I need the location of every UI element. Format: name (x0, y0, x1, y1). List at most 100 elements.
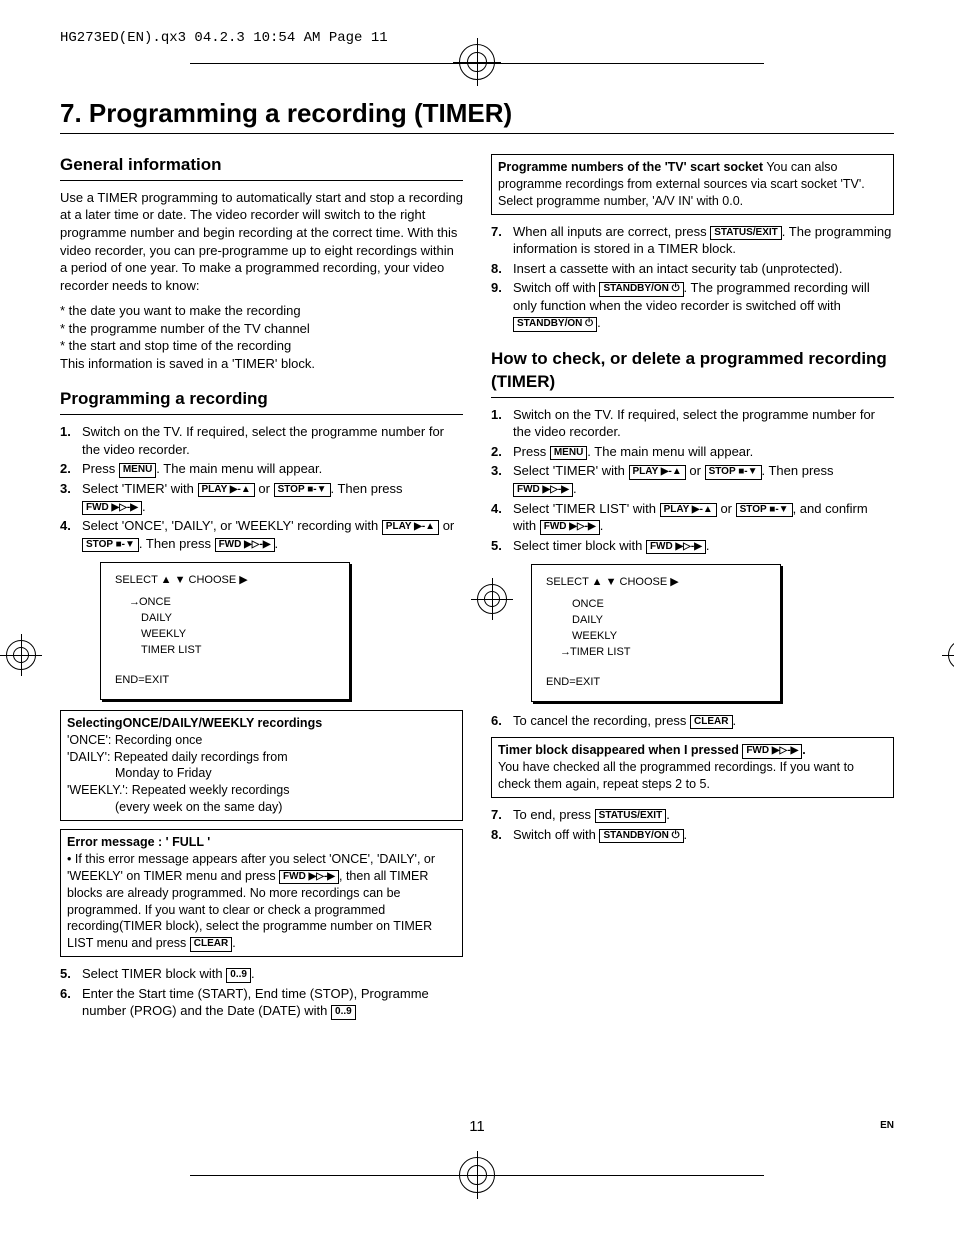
play-button-label: PLAY ▶-▲ (198, 483, 255, 498)
play-button-label: PLAY ▶-▲ (660, 503, 717, 518)
stop-button-label: STOP ■-▼ (736, 503, 793, 518)
general-bullet: * the programme number of the TV channel (60, 320, 463, 338)
status-exit-button-label: STATUS/EXIT (595, 809, 667, 824)
stop-button-label: STOP ■-▼ (705, 465, 762, 480)
step-item: 9.Switch off with STANDBY/ON ⏻. The prog… (491, 279, 894, 332)
osd-menu-item: →TIMER LIST (572, 645, 766, 661)
fwd-button-label: FWD ▶▷-▶ (215, 538, 275, 553)
osd-menu-item: DAILY (572, 613, 766, 629)
fwd-button-label: FWD ▶▷-▶ (646, 540, 706, 555)
step-item: 2.Press MENU. The main menu will appear. (60, 460, 463, 478)
osd-menu-item: WEEKLY (572, 629, 766, 645)
info-box-title: Timer block disappeared when I pressed F… (498, 742, 887, 759)
step-item: 6.Enter the Start time (START), End time… (60, 985, 463, 1020)
play-button-label: PLAY ▶-▲ (629, 465, 686, 480)
osd-menu-item: TIMER LIST (141, 643, 335, 659)
clear-button-label: CLEAR (190, 937, 232, 952)
steps-list: 6.To cancel the recording, press CLEAR. (491, 712, 894, 730)
section-check-delete: How to check, or delete a programmed rec… (491, 348, 894, 398)
info-line: Monday to Friday (67, 765, 456, 782)
standby-button-label: STANDBY/ON ⏻ (513, 317, 597, 332)
fwd-button-label: FWD ▶▷-▶ (742, 744, 802, 759)
status-exit-button-label: STATUS/EXIT (710, 226, 782, 241)
step-item: 4.Select 'TIMER LIST' with PLAY ▶-▲ or S… (491, 500, 894, 535)
osd-menu-end: END=EXIT (115, 673, 335, 689)
language-code: EN (880, 1120, 894, 1131)
info-line: (every week on the same day) (67, 799, 456, 816)
step-item: 1.Switch on the TV. If required, select … (60, 423, 463, 458)
registration-mark-icon (459, 44, 495, 80)
step-item: 3.Select 'TIMER' with PLAY ▶-▲ or STOP ■… (491, 462, 894, 497)
standby-button-label: STANDBY/ON ⏻ (599, 282, 683, 297)
crop-mark-bottom (60, 1155, 894, 1195)
digits-button-label: 0..9 (226, 968, 251, 983)
general-bullet: * the start and stop time of the recordi… (60, 337, 463, 355)
steps-list: 7.When all inputs are correct, press STA… (491, 223, 894, 332)
osd-menu-item: WEEKLY (141, 627, 335, 643)
general-paragraph: Use a TIMER programming to automatically… (60, 189, 463, 294)
step-item: 6.To cancel the recording, press CLEAR. (491, 712, 894, 730)
general-bullet: * the date you want to make the recordin… (60, 302, 463, 320)
steps-list: 7.To end, press STATUS/EXIT. 8.Switch of… (491, 806, 894, 843)
osd-menu-item: ONCE (572, 597, 766, 613)
selection-arrow-icon: → (129, 595, 139, 611)
fwd-button-label: FWD ▶▷-▶ (82, 501, 142, 516)
clear-button-label: CLEAR (690, 715, 732, 730)
step-item: 7.When all inputs are correct, press STA… (491, 223, 894, 258)
osd-menu-box: SELECT ▲ ▼ CHOOSE ▶ →ONCE DAILY WEEKLY T… (100, 562, 350, 700)
general-tail: This information is saved in a 'TIMER' b… (60, 355, 463, 373)
registration-mark-icon (459, 1157, 495, 1193)
osd-menu-box: SELECT ▲ ▼ CHOOSE ▶ ONCE DAILY WEEKLY →T… (531, 564, 781, 702)
stop-button-label: STOP ■-▼ (274, 483, 331, 498)
stop-button-label: STOP ■-▼ (82, 538, 139, 553)
step-item: 2.Press MENU. The main menu will appear. (491, 443, 894, 461)
standby-button-label: STANDBY/ON ⏻ (599, 829, 683, 844)
osd-menu-end: END=EXIT (546, 675, 766, 691)
osd-menu-item: DAILY (141, 611, 335, 627)
steps-list: 1.Switch on the TV. If required, select … (60, 423, 463, 552)
info-box-text: You have checked all the programmed reco… (498, 759, 887, 793)
step-item: 8.Switch off with STANDBY/ON ⏻. (491, 826, 894, 844)
right-column: Programme numbers of the 'TV' scart sock… (491, 154, 894, 1022)
step-item: 7.To end, press STATUS/EXIT. (491, 806, 894, 824)
info-box-disappeared: Timer block disappeared when I pressed F… (491, 737, 894, 798)
steps-list: 1.Switch on the TV. If required, select … (491, 406, 894, 554)
info-box-title: Programme numbers of the 'TV' scart sock… (498, 160, 763, 174)
page-footer: 11 EN (60, 1118, 894, 1135)
info-box-error: Error message : ' FULL ' • If this error… (60, 829, 463, 957)
fwd-button-label: FWD ▶▷-▶ (279, 870, 339, 885)
info-box-title: SelectingONCE/DAILY/WEEKLY recordings (67, 715, 456, 732)
selection-arrow-icon: → (560, 645, 570, 661)
osd-menu-item: →ONCE (141, 595, 335, 611)
step-item: 3.Select 'TIMER' with PLAY ▶-▲ or STOP ■… (60, 480, 463, 515)
play-button-label: PLAY ▶-▲ (382, 520, 439, 535)
content-columns: General information Use a TIMER programm… (60, 154, 894, 1022)
left-column: General information Use a TIMER programm… (60, 154, 463, 1022)
info-line: 'ONCE': Recording once (67, 732, 456, 749)
menu-button-label: MENU (550, 446, 587, 461)
info-box-prognum: Programme numbers of the 'TV' scart sock… (491, 154, 894, 215)
page-title: 7. Programming a recording (TIMER) (60, 98, 894, 134)
info-line: 'DAILY': Repeated daily recordings from (67, 749, 456, 766)
page-container: HG273ED(EN).qx3 04.2.3 10:54 AM Page 11 … (0, 0, 954, 1235)
digits-button-label: 0..9 (331, 1005, 356, 1020)
info-box-selecting: SelectingONCE/DAILY/WEEKLY recordings 'O… (60, 710, 463, 821)
section-programming: Programming a recording (60, 388, 463, 415)
info-box-text: • If this error message appears after yo… (67, 851, 456, 952)
step-item: 1.Switch on the TV. If required, select … (491, 406, 894, 441)
page-number: 11 (469, 1118, 485, 1135)
step-item: 8.Insert a cassette with an intact secur… (491, 260, 894, 278)
menu-button-label: MENU (119, 463, 156, 478)
osd-menu-items: ONCE DAILY WEEKLY →TIMER LIST (546, 597, 766, 661)
crop-mark-top (60, 54, 894, 72)
osd-menu-top: SELECT ▲ ▼ CHOOSE ▶ (115, 573, 335, 589)
section-general-info: General information (60, 154, 463, 181)
info-box-title: Error message : ' FULL ' (67, 834, 456, 851)
osd-menu-top: SELECT ▲ ▼ CHOOSE ▶ (546, 575, 766, 591)
step-item: 5.Select timer block with FWD ▶▷-▶. (491, 537, 894, 555)
step-item: 5.Select TIMER block with 0..9. (60, 965, 463, 983)
fwd-button-label: FWD ▶▷-▶ (513, 483, 573, 498)
steps-list: 5.Select TIMER block with 0..9. 6.Enter … (60, 965, 463, 1020)
osd-menu-items: →ONCE DAILY WEEKLY TIMER LIST (115, 595, 335, 659)
fwd-button-label: FWD ▶▷-▶ (540, 520, 600, 535)
